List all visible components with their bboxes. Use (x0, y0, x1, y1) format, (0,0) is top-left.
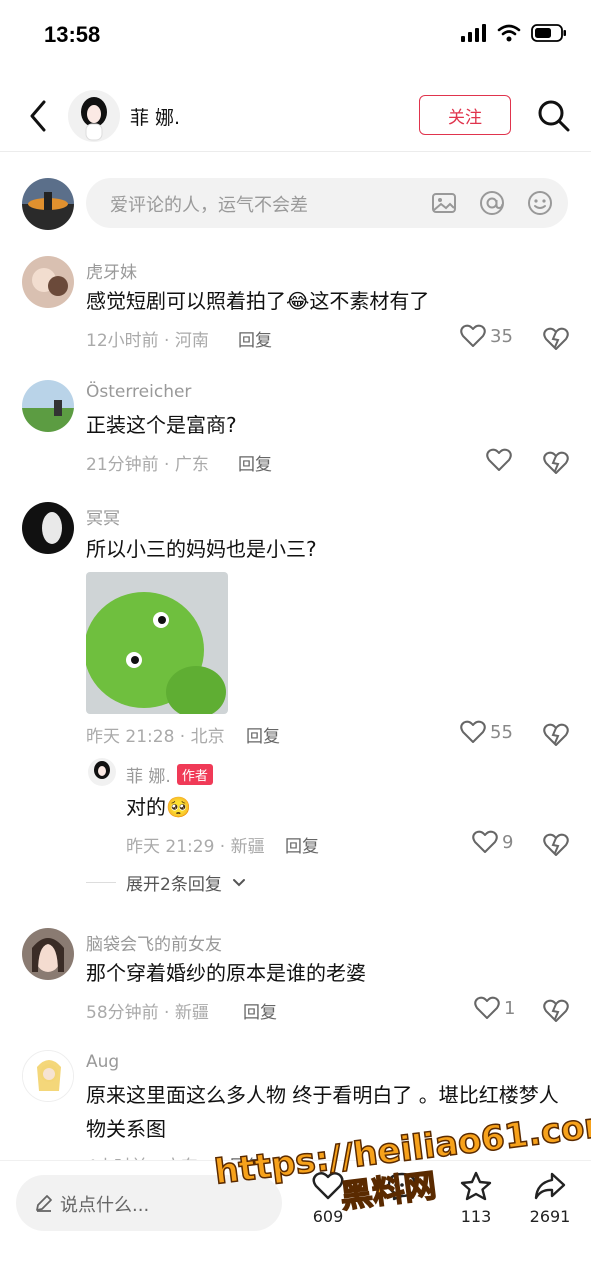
heart-icon (474, 996, 500, 1019)
comment-text: 那个穿着婚纱的原本是谁的老婆 (86, 961, 366, 985)
commenter-name[interactable]: 脑袋会飞的前女友 (86, 930, 222, 955)
status-time: 13:58 (44, 22, 101, 47)
author-reply-avatar[interactable] (88, 758, 116, 786)
commenter-avatar[interactable] (22, 502, 74, 554)
dislike-icon[interactable] (543, 326, 569, 352)
pencil-icon (36, 1195, 52, 1212)
comment-meta: 58分钟前 · 新疆 (86, 1003, 209, 1023)
expand-divider (86, 882, 116, 883)
say-something-placeholder: 说点什么... (60, 1195, 150, 1216)
like-button[interactable]: 35 (460, 324, 513, 348)
expand-replies-button[interactable]: 展开2条回复 (86, 870, 246, 895)
author-reply-text: 对的🥺 (126, 795, 191, 819)
like-button[interactable] (486, 448, 516, 472)
reply-button[interactable]: 回复 (243, 998, 277, 1023)
share-action-count: 2691 (529, 1207, 571, 1226)
dislike-icon[interactable] (543, 450, 569, 476)
heart-icon (460, 720, 486, 743)
like-count: 55 (490, 721, 513, 743)
comment-input-row: 爱评论的人，运气不会差 (0, 176, 591, 230)
favorite-action-count: 113 (460, 1207, 492, 1226)
author-reply-meta: 昨天 21:29 · 新疆 (126, 837, 265, 857)
expand-replies-label: 展开2条回复 (126, 875, 222, 895)
comment-meta: 昨天 21:28 · 北京 (86, 727, 225, 747)
author-name: 菲 娜. (130, 107, 181, 129)
author-reply-name[interactable]: 菲 娜. (126, 767, 171, 787)
follow-button[interactable]: 关注 (419, 95, 511, 135)
dislike-icon[interactable] (543, 722, 569, 748)
commenter-name[interactable]: 冥冥 (86, 504, 120, 529)
wifi-icon (497, 24, 521, 42)
reply-button[interactable]: 回复 (285, 832, 319, 857)
like-count: 35 (490, 325, 513, 347)
commenter-avatar[interactable] (22, 1050, 74, 1102)
comment-image[interactable] (86, 572, 228, 714)
chevron-down-icon (232, 878, 245, 886)
commenter-name[interactable]: Österreicher (86, 382, 191, 402)
reply-button[interactable]: 回复 (238, 450, 272, 475)
author-reply-user-row: 菲 娜. 作者 (126, 762, 213, 787)
search-icon[interactable] (534, 96, 574, 136)
author-badge: 作者 (176, 764, 213, 785)
comment-meta: 12小时前 · 河南 (86, 331, 209, 351)
like-button[interactable]: 1 (474, 996, 515, 1020)
commenter-name[interactable]: Aug (86, 1052, 119, 1072)
status-bar: 13:58 (0, 0, 591, 72)
like-count: 9 (502, 831, 514, 853)
comment-meta: 21分钟前 · 广东 (86, 455, 209, 475)
signal-icon (461, 24, 486, 42)
dislike-icon[interactable] (543, 998, 569, 1024)
top-nav: 菲 娜. 关注 (0, 80, 591, 152)
status-icons (461, 24, 567, 42)
my-avatar (22, 178, 74, 230)
commenter-name[interactable]: 虎牙妹 (86, 258, 137, 283)
heart-icon (460, 324, 486, 347)
emoji-icon[interactable] (526, 189, 554, 217)
commenter-avatar[interactable] (22, 928, 74, 980)
comment-input[interactable]: 爱评论的人，运气不会差 (86, 178, 568, 228)
mention-icon[interactable] (478, 189, 506, 217)
comment-input-placeholder: 爱评论的人，运气不会差 (110, 195, 308, 216)
reply-button[interactable]: 回复 (238, 326, 272, 351)
dislike-icon[interactable] (543, 832, 569, 858)
battery-icon (531, 24, 566, 42)
comment-text: 所以小三的妈妈也是小三? (86, 537, 317, 561)
back-arrow-icon[interactable] (22, 96, 54, 136)
comment-text: 正装这个是富商? (86, 413, 237, 437)
commenter-avatar[interactable] (22, 380, 74, 432)
reply-button[interactable]: 回复 (246, 722, 280, 747)
author-avatar[interactable] (68, 90, 120, 142)
like-button[interactable]: 55 (460, 720, 513, 744)
commenter-avatar[interactable] (22, 256, 74, 308)
image-icon[interactable] (430, 189, 458, 217)
heart-icon (486, 448, 512, 471)
comment-text: 感觉短剧可以照着拍了😂这不素材有了 (86, 289, 430, 313)
like-button[interactable]: 9 (472, 830, 513, 854)
heart-icon (472, 830, 498, 853)
like-count: 1 (504, 997, 516, 1019)
